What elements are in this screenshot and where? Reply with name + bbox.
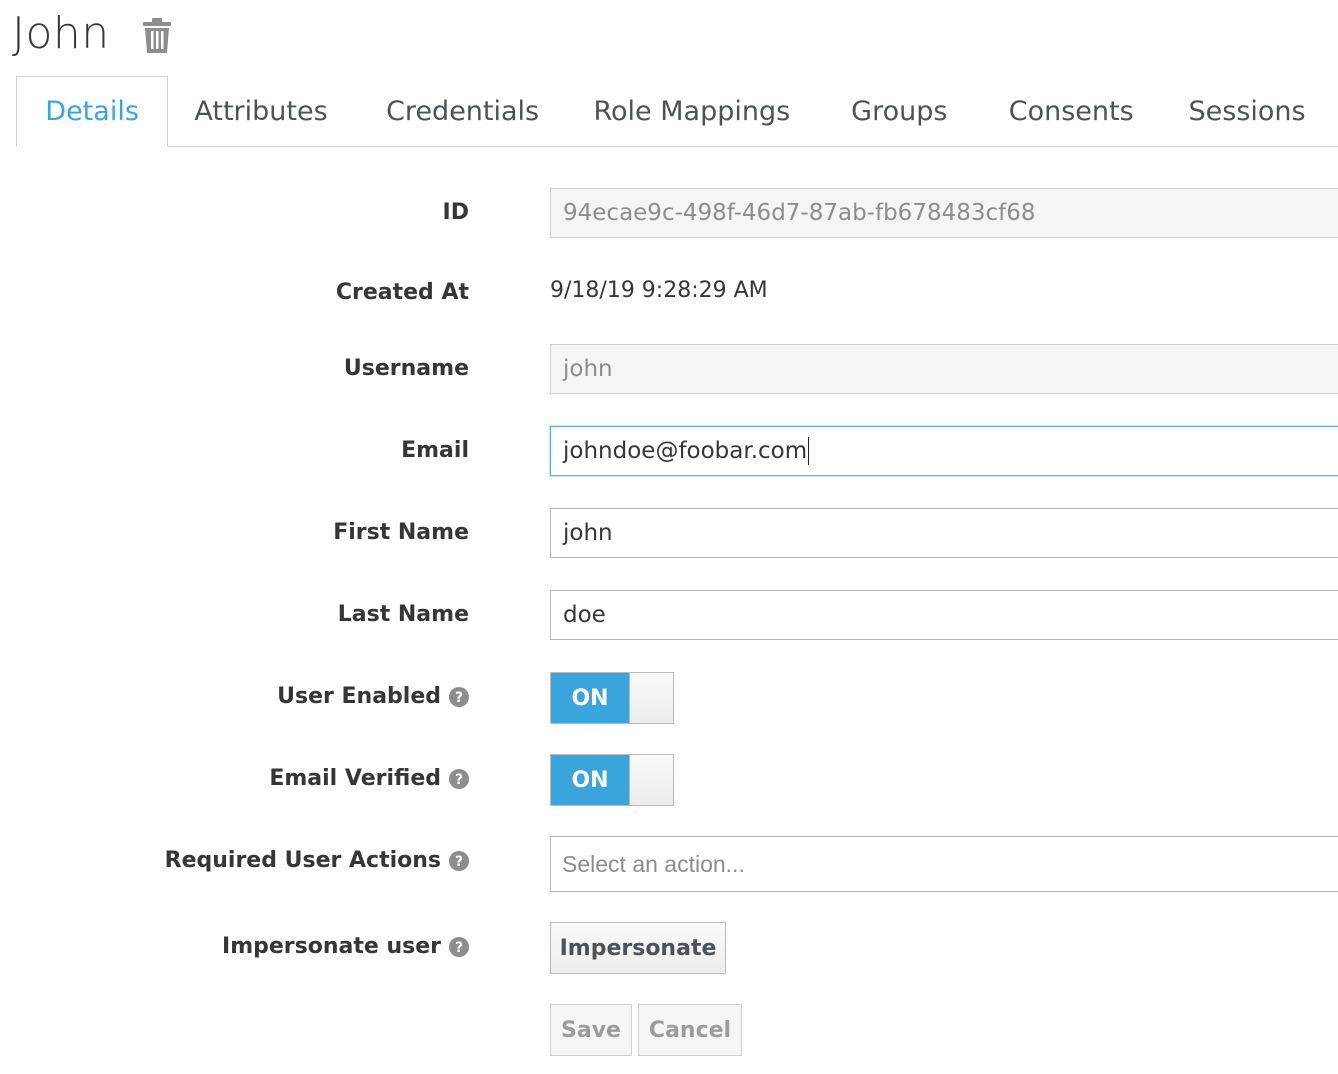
email-label: Email [401,438,469,463]
tab-attributes[interactable]: Attributes [168,76,354,146]
tab-groups[interactable]: Groups [812,76,986,146]
svg-text:?: ? [455,854,463,870]
cancel-button[interactable]: Cancel [638,1004,742,1056]
help-icon[interactable]: ? [449,936,469,957]
impersonate-button[interactable]: Impersonate [550,922,726,974]
svg-text:?: ? [455,940,463,956]
required-actions-select[interactable]: Select an action... [550,836,1338,892]
username-label: Username [343,356,469,381]
tab-consents[interactable]: Consents [986,76,1156,146]
username-field[interactable]: john [550,344,1338,394]
email-verified-toggle[interactable]: ON [550,754,674,806]
toggle-on-label: ON [551,755,629,805]
tab-sessions[interactable]: Sessions [1156,76,1338,146]
tab-bar: Details Attributes Credentials Role Mapp… [16,76,1338,147]
help-icon[interactable]: ? [449,686,469,707]
svg-text:?: ? [455,772,463,788]
required-actions-label: Required User Actions ? [165,848,469,873]
id-label: ID [442,200,469,225]
tab-credentials[interactable]: Credentials [354,76,571,146]
help-icon[interactable]: ? [449,850,469,871]
trash-icon[interactable] [142,18,172,54]
first-name-label: First Name [333,520,469,545]
toggle-knob [629,673,673,723]
email-verified-label: Email Verified ? [269,766,469,791]
page-header: John [12,8,172,60]
toggle-knob [629,755,673,805]
created-at-value: 9/18/19 9:28:29 AM [550,278,768,303]
id-field[interactable]: 94ecae9c-498f-46d7-87ab-fb678483cf68 [550,188,1338,238]
first-name-field[interactable]: john [550,508,1338,558]
user-enabled-toggle[interactable]: ON [550,672,674,724]
last-name-label: Last Name [337,602,469,627]
help-icon[interactable]: ? [449,768,469,789]
impersonate-label: Impersonate user ? [222,934,469,959]
tab-details[interactable]: Details [16,76,169,147]
last-name-field[interactable]: doe [550,590,1338,640]
svg-text:?: ? [455,690,463,706]
save-button[interactable]: Save [550,1004,632,1056]
created-at-label: Created At [335,280,469,305]
user-enabled-label: User Enabled ? [277,684,469,709]
email-field[interactable]: johndoe@foobar.com [550,426,1338,476]
tab-role-mappings[interactable]: Role Mappings [571,76,812,146]
page-title: John [12,8,110,59]
toggle-on-label: ON [551,673,629,723]
text-caret [808,437,810,465]
